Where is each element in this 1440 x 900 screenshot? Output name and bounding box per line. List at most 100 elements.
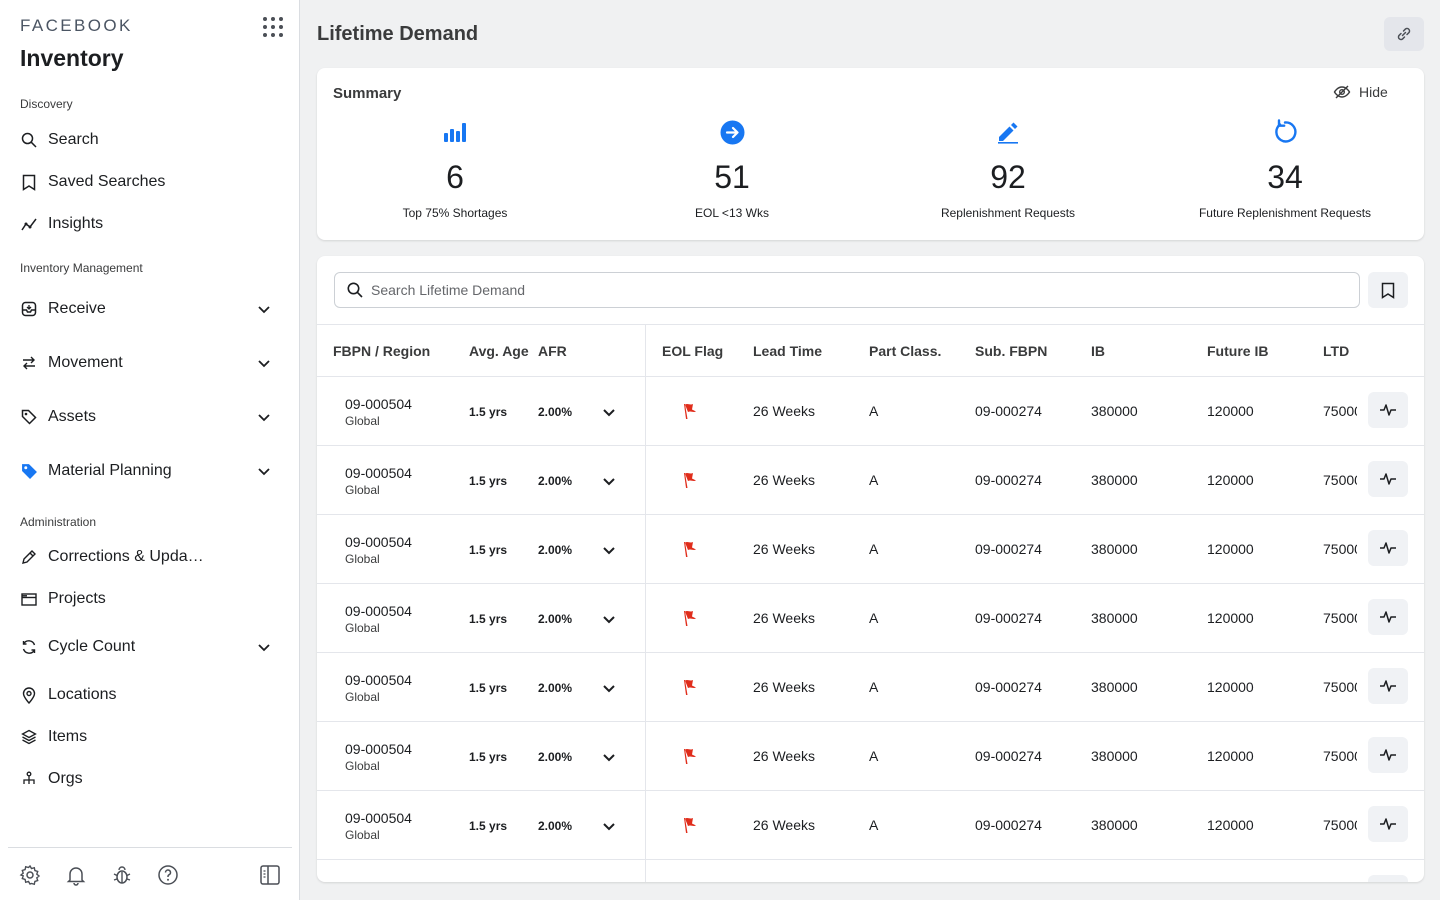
search-box [334,272,1360,308]
sidebar-item-cycle-count[interactable]: Cycle Count [0,629,299,665]
chevron-down-icon[interactable] [601,611,617,627]
column-header-ltd[interactable]: LTD [1323,343,1349,359]
sidebar-item-label: Saved Searches [48,173,166,190]
stat-eol: 51 EOL <13 Wks [594,118,870,220]
chevron-down-icon[interactable] [601,473,617,489]
help-icon[interactable] [157,864,179,886]
avg-age-cell: 1.5 yrs [469,405,508,419]
table-row[interactable]: 09-000504Global1.5 yrs2.00%26 WeeksA09-0… [317,860,1424,882]
afr-cell: 2.00% [538,681,573,695]
sidebar-item-corrections[interactable]: Corrections & Updates [0,539,299,575]
region-cell: Global [345,759,380,773]
ltd-cell: 75000 [1323,541,1357,557]
part-class-cell: A [869,403,879,419]
chevron-down-icon[interactable] [256,301,272,317]
chevron-down-icon[interactable] [601,680,617,696]
section-label-administration: Administration [20,515,97,529]
table-row[interactable]: 09-000504Global1.5 yrs2.00%26 WeeksA09-0… [317,791,1424,860]
search-input[interactable] [371,282,1271,298]
bell-icon[interactable] [65,864,87,886]
sidebar-item-label: Cycle Count [48,638,136,655]
stat-value: 92 [990,159,1026,195]
future-ib-cell: 120000 [1207,403,1254,419]
column-header-fbpn[interactable]: FBPN / Region [333,343,430,359]
sidebar-item-search[interactable]: Search [0,122,299,158]
column-header-lead-time[interactable]: Lead Time [753,343,822,359]
pulse-icon [1380,680,1396,692]
sidebar-item-receive[interactable]: Receive [0,291,299,327]
column-header-future-ib[interactable]: Future IB [1207,343,1268,359]
column-header-eol-flag[interactable]: EOL Flag [662,343,723,359]
gear-icon[interactable] [19,864,41,886]
view-trend-button[interactable] [1368,461,1408,497]
stat-caption: Future Replenishment Requests [1198,206,1372,220]
pulse-icon [1380,818,1396,830]
sidebar-item-material-planning[interactable]: Material Planning [0,453,299,489]
sidebar: FACEBOOK Inventory Discovery Search Save… [0,0,300,900]
sidebar-item-label: Items [48,728,88,745]
sidebar-item-label: Search [48,131,99,148]
inbox-icon [20,300,38,318]
table-row[interactable]: 09-000504Global1.5 yrs2.00%26 WeeksA09-0… [317,446,1424,515]
column-header-afr[interactable]: AFR [538,343,567,359]
chevron-down-icon[interactable] [256,409,272,425]
table-row[interactable]: 09-000504Global1.5 yrs2.00%26 WeeksA09-0… [317,515,1424,584]
edit-check-icon [20,548,38,566]
chevron-down-icon[interactable] [601,542,617,558]
pulse-icon [1380,473,1396,485]
stat-top-shortages: 6 Top 75% Shortages [317,118,593,220]
flag-icon [684,542,696,557]
chevron-down-icon[interactable] [601,818,617,834]
sidebar-item-saved-searches[interactable]: Saved Searches [0,164,299,200]
view-trend-button[interactable] [1368,392,1408,428]
folder-icon [20,590,38,608]
hide-summary-button[interactable]: Hide [1333,84,1388,100]
sidebar-item-insights[interactable]: Insights [0,206,299,242]
sidebar-item-assets[interactable]: Assets [0,399,299,435]
pulse-icon [1380,749,1396,761]
location-pin-icon [20,686,38,704]
column-header-avg-age[interactable]: Avg. Age [469,343,529,359]
part-class-cell: A [869,472,879,488]
table-row[interactable]: 09-000504Global1.5 yrs2.00%26 WeeksA09-0… [317,584,1424,653]
lifetime-demand-table-card: FBPN / Region Avg. Age AFR EOL Flag Lead… [317,256,1424,882]
afr-cell: 2.00% [538,750,573,764]
table-header: FBPN / Region Avg. Age AFR EOL Flag Lead… [317,324,1424,377]
afr-cell: 2.00% [538,474,573,488]
ib-cell: 380000 [1091,610,1138,626]
summary-title: Summary [333,85,402,102]
future-ib-cell: 120000 [1207,541,1254,557]
chevron-down-icon[interactable] [601,404,617,420]
sidebar-item-movement[interactable]: Movement [0,345,299,381]
view-trend-button[interactable] [1368,737,1408,773]
column-header-ib[interactable]: IB [1091,343,1105,359]
view-trend-button[interactable] [1368,875,1408,882]
copy-link-button[interactable] [1384,17,1424,51]
table-row[interactable]: 09-000504Global1.5 yrs2.00%26 WeeksA09-0… [317,653,1424,722]
sidebar-item-items[interactable]: Items [0,719,299,755]
column-header-sub-fbpn[interactable]: Sub. FBPN [975,343,1047,359]
column-header-part-class[interactable]: Part Class. [869,343,941,359]
lead-time-cell: 26 Weeks [753,748,815,764]
view-trend-button[interactable] [1368,599,1408,635]
view-trend-button[interactable] [1368,668,1408,704]
collapse-sidebar-icon[interactable] [259,864,281,886]
bug-icon[interactable] [111,864,133,886]
view-trend-button[interactable] [1368,806,1408,842]
chevron-down-icon[interactable] [256,639,272,655]
view-trend-button[interactable] [1368,530,1408,566]
sub-fbpn-cell: 09-000274 [975,817,1042,833]
brand-wordmark: FACEBOOK [20,16,133,35]
app-grid-icon[interactable] [262,16,284,38]
chevron-down-icon[interactable] [256,463,272,479]
sidebar-item-locations[interactable]: Locations [0,677,299,713]
afr-cell: 2.00% [538,543,573,557]
table-row[interactable]: 09-000504Global1.5 yrs2.00%26 WeeksA09-0… [317,377,1424,446]
table-row[interactable]: 09-000504Global1.5 yrs2.00%26 WeeksA09-0… [317,722,1424,791]
save-search-button[interactable] [1368,272,1408,308]
bookmark-icon [1381,282,1395,299]
chevron-down-icon[interactable] [601,749,617,765]
sidebar-item-projects[interactable]: Projects [0,581,299,617]
chevron-down-icon[interactable] [256,355,272,371]
sidebar-item-orgs[interactable]: Orgs [0,761,299,797]
